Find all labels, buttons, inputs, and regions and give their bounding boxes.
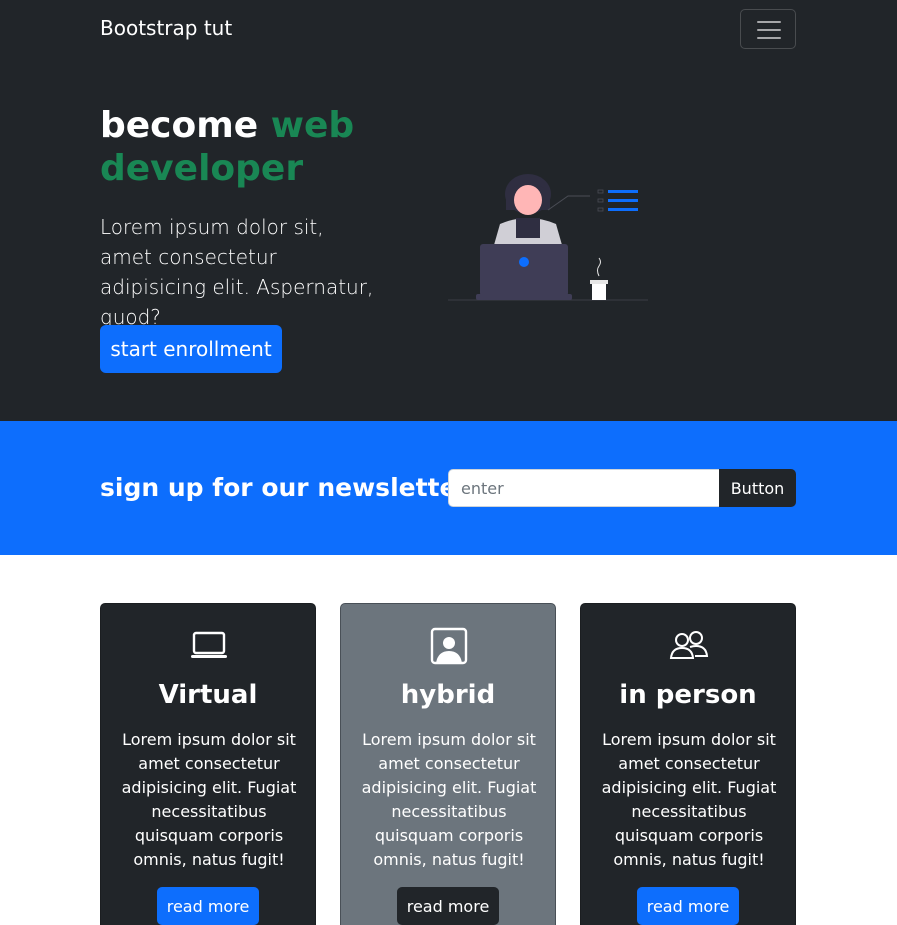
person-badge-icon: [430, 627, 468, 665]
navbar-toggler-button[interactable]: [740, 9, 796, 49]
newsletter-submit-button[interactable]: Button: [719, 469, 796, 507]
hamburger-icon: [757, 29, 781, 31]
card-text: Lorem ipsum dolor sit amet consectetur a…: [361, 730, 537, 869]
newsletter-email-input[interactable]: [448, 469, 720, 507]
card-title: Virtual: [158, 680, 258, 710]
card-in-person: in person Lorem ipsum dolor sit amet con…: [580, 603, 796, 925]
card-text: Lorem ipsum dolor sit amet consectetur a…: [601, 730, 777, 869]
read-more-button[interactable]: read more: [637, 887, 739, 925]
hero-title-part: become: [100, 105, 271, 146]
card-virtual: Virtual Lorem ipsum dolor sit amet conse…: [100, 603, 316, 925]
newsletter-section: sign up for our newsletter Button: [0, 421, 897, 555]
newsletter-title: sign up for our newsletter: [100, 473, 469, 502]
developer-illustration: [448, 174, 648, 301]
card-title: hybrid: [400, 680, 496, 710]
hero-text: Lorem ipsum dolor sit, amet consectetur …: [100, 215, 374, 329]
card-hybrid: hybrid Lorem ipsum dolor sit amet consec…: [340, 603, 556, 925]
hero-title: become web developer: [100, 104, 400, 190]
hamburger-icon: [757, 21, 781, 23]
card-text: Lorem ipsum dolor sit amet consectetur a…: [121, 730, 297, 869]
read-more-button[interactable]: read more: [157, 887, 259, 925]
hero-section: become web developer Lorem ipsum dolor s…: [0, 60, 897, 421]
read-more-button[interactable]: read more: [397, 887, 499, 925]
navbar-brand[interactable]: Bootstrap tut: [100, 16, 232, 40]
navbar: Bootstrap tut: [0, 0, 897, 60]
laptop-icon: [191, 631, 227, 658]
start-enrollment-button[interactable]: start enrollment: [100, 325, 282, 373]
card-title: in person: [619, 680, 757, 710]
people-icon: [669, 631, 709, 659]
hamburger-icon: [757, 37, 781, 39]
